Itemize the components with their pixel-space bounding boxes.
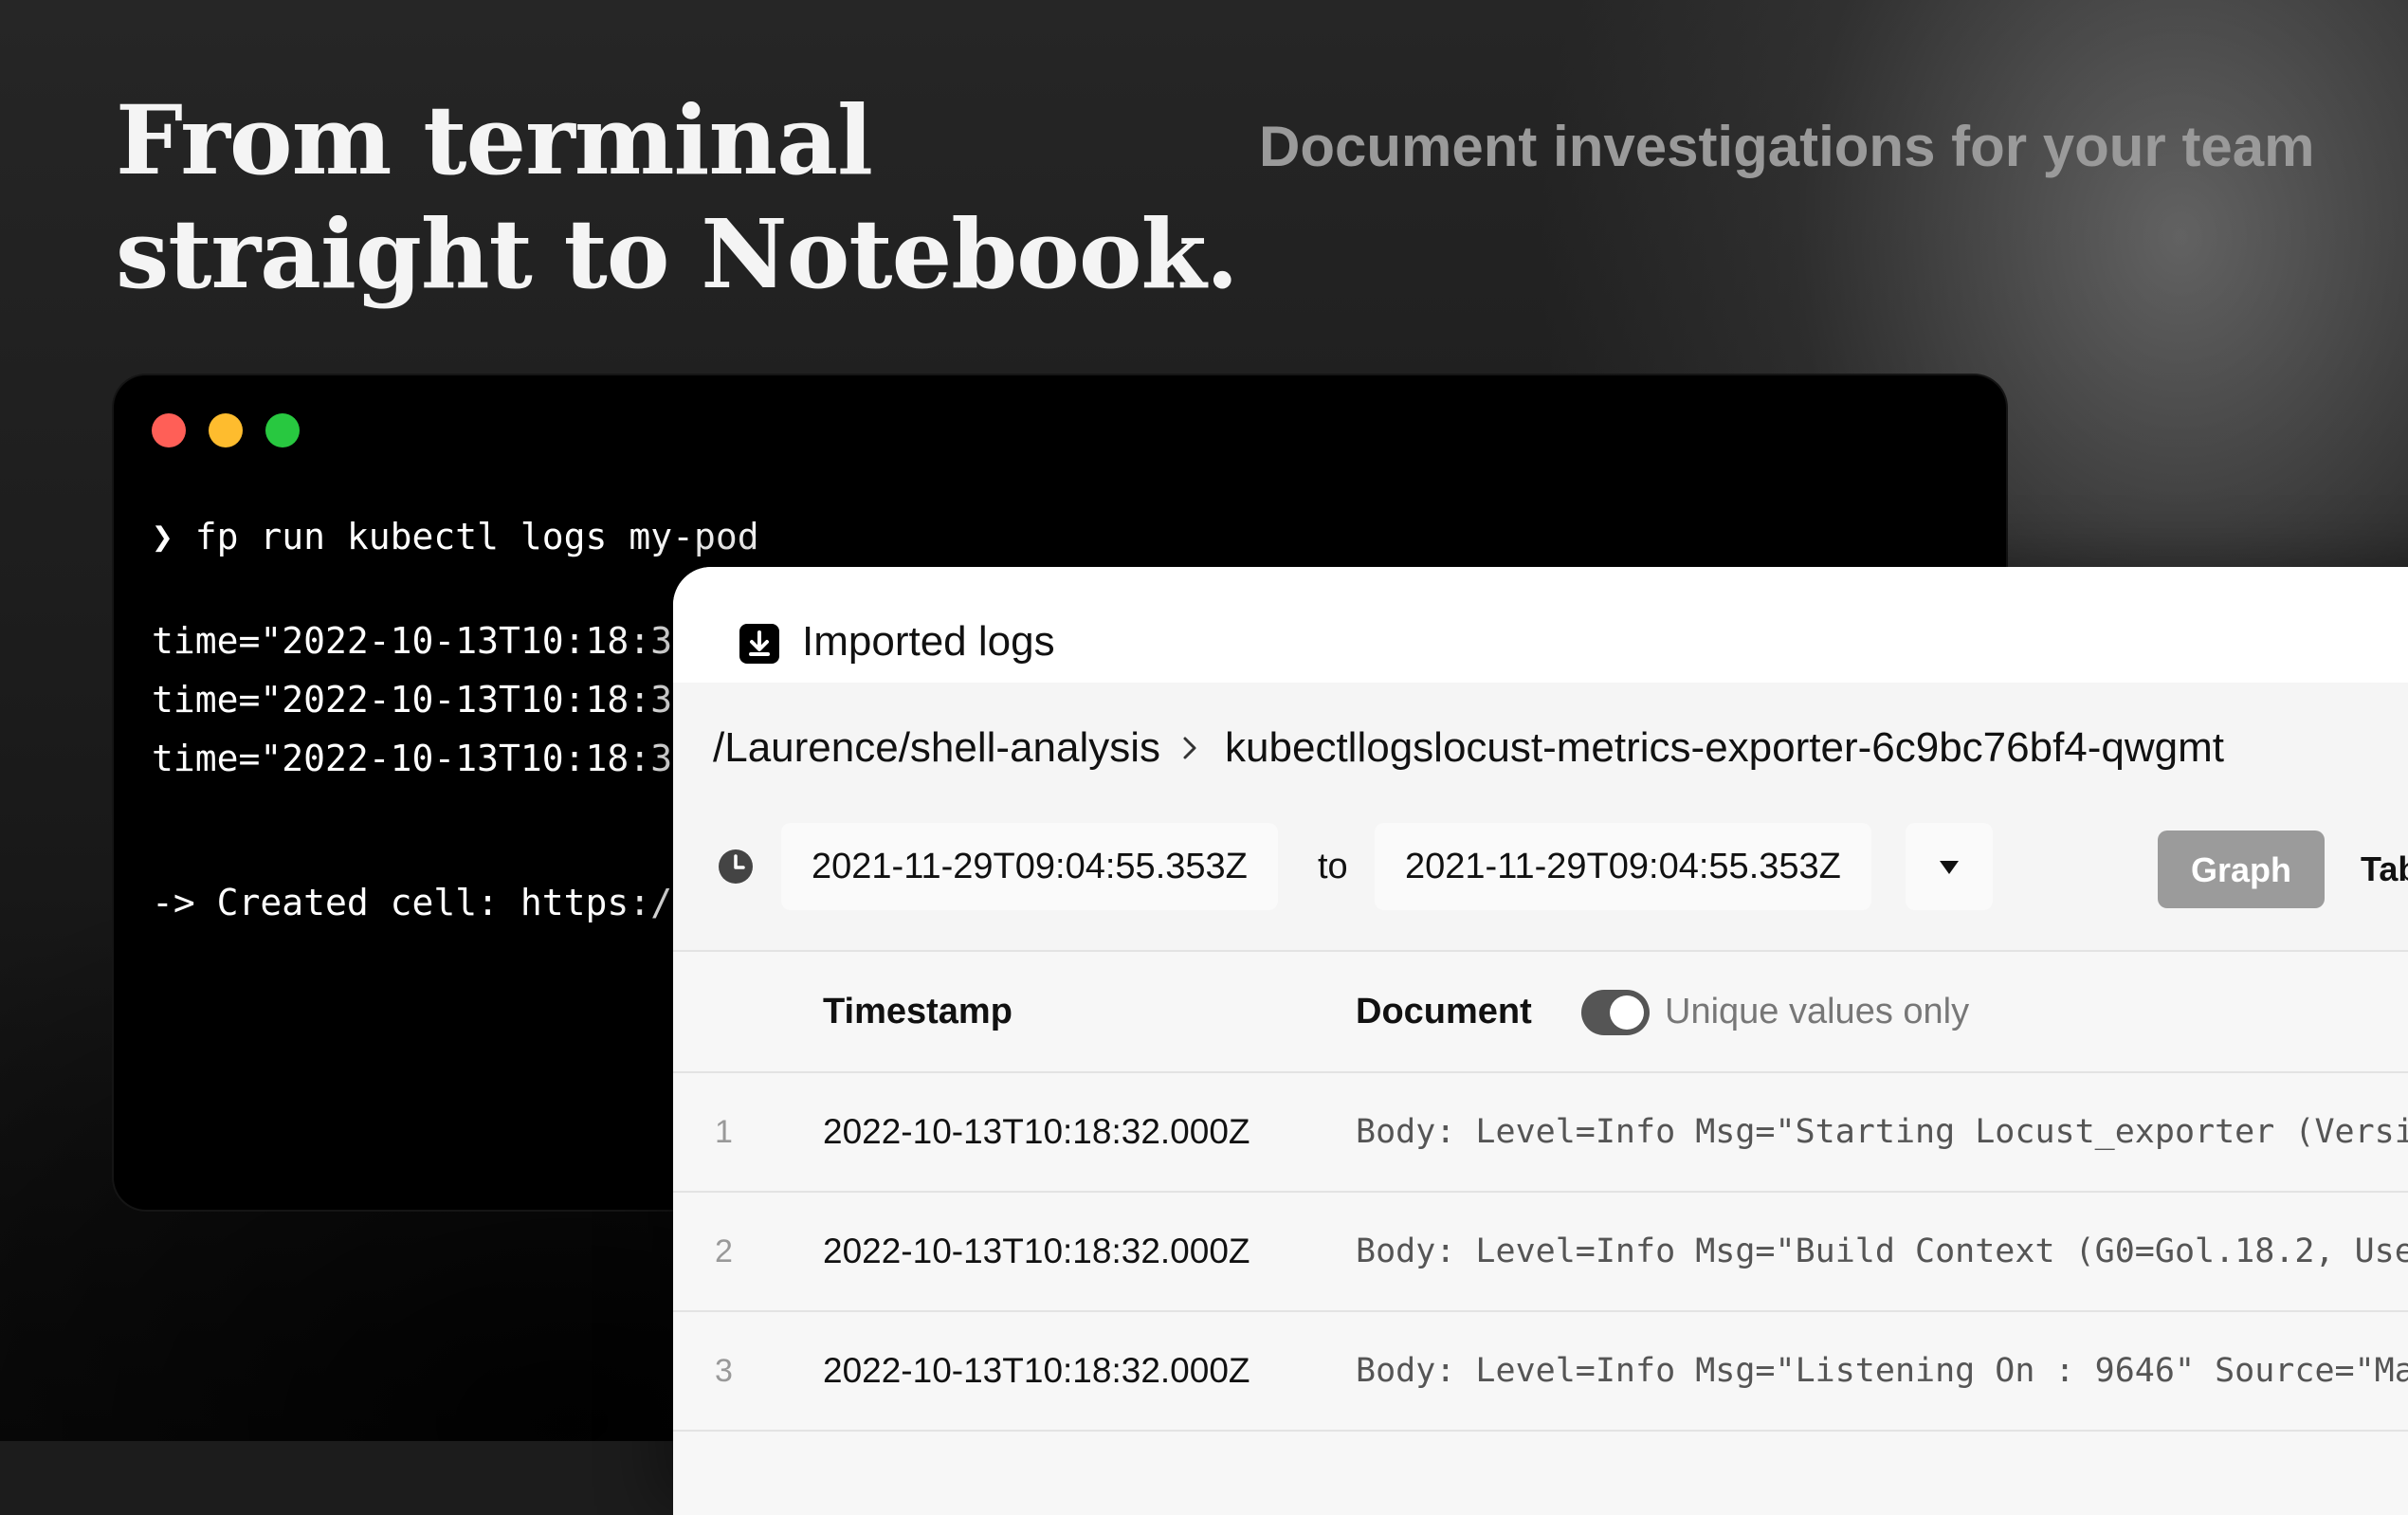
hero-tagline: Document investigations for your team <box>1259 115 2315 178</box>
row-number: 3 <box>715 1353 733 1389</box>
panel-body: /Laurence/shell-analysis kubectllogslocu… <box>673 683 2408 1515</box>
window-controls <box>152 413 300 447</box>
logs-table: Timestamp Document Unique values only 1 … <box>673 950 2408 1515</box>
headline-line-2: straight to Notebook. <box>116 198 1239 310</box>
column-document[interactable]: Document <box>1356 952 1532 1071</box>
row-number: 2 <box>715 1233 733 1269</box>
row-timestamp: 2022-10-13T10:18:32.000Z <box>823 1112 1250 1151</box>
row-document: Body: Level=Info Msg="Starting Locust_ex… <box>1356 1113 2408 1151</box>
graph-view-button[interactable]: Graph <box>2158 831 2325 908</box>
unique-values-label: Unique values only <box>1665 992 1970 1031</box>
column-timestamp[interactable]: Timestamp <box>823 952 1012 1071</box>
terminal-command: ❯ fp run kubectl logs my-pod <box>152 516 759 557</box>
table-row[interactable]: 2 2022-10-13T10:18:32.000Z Body: Level=I… <box>673 1193 2408 1312</box>
time-from-input[interactable]: 2021-11-29T09:04:55.353Z <box>781 823 1278 910</box>
table-view-button[interactable]: Tab <box>2361 831 2408 908</box>
download-icon <box>739 624 779 664</box>
hero-headline: From terminal straight to Notebook. <box>116 83 1239 311</box>
row-timestamp: 2022-10-13T10:18:32.000Z <box>823 1232 1250 1270</box>
terminal-created-cell: -> Created cell: https:// <box>152 882 694 923</box>
row-document: Body: Level=Info Msg="Build Context (G0=… <box>1356 1232 2408 1270</box>
headline-line-1: From terminal <box>116 84 873 196</box>
terminal-output-line: time="2022-10-13T10:18:32 <box>152 620 694 662</box>
breadcrumb-path[interactable]: /Laurence/shell-analysis <box>713 724 1160 772</box>
chevron-right-icon <box>1183 737 1196 759</box>
table-row[interactable]: 1 2022-10-13T10:18:32.000Z Body: Level=I… <box>673 1073 2408 1193</box>
maximize-window-button[interactable] <box>265 413 300 447</box>
minimize-window-button[interactable] <box>209 413 243 447</box>
terminal-output-line: time="2022-10-13T10:18:32 <box>152 679 694 721</box>
time-to-input[interactable]: 2021-11-29T09:04:55.353Z <box>1375 823 1871 910</box>
table-header: Timestamp Document Unique values only <box>673 952 2408 1073</box>
caret-down-icon <box>1940 861 1959 874</box>
unique-values-toggle[interactable] <box>1581 990 1650 1035</box>
notebook-panel: Imported logs /Laurence/shell-analysis k… <box>673 567 2408 1515</box>
close-window-button[interactable] <box>152 413 186 447</box>
row-number: 1 <box>715 1114 733 1150</box>
breadcrumb: /Laurence/shell-analysis kubectllogslocu… <box>713 724 2224 772</box>
row-timestamp: 2022-10-13T10:18:32.000Z <box>823 1351 1250 1390</box>
row-document: Body: Level=Info Msg="Listening On : 964… <box>1356 1352 2408 1390</box>
time-range-dropdown[interactable] <box>1906 823 1993 910</box>
breadcrumb-leaf[interactable]: kubectllogslocust-metrics-exporter-6c9bc… <box>1225 724 2224 772</box>
time-range-controls: 2021-11-29T09:04:55.353Z to 2021-11-29T0… <box>673 823 2408 910</box>
to-label: to <box>1318 847 1348 886</box>
clock-icon <box>719 849 753 884</box>
table-row[interactable]: 3 2022-10-13T10:18:32.000Z Body: Level=I… <box>673 1312 2408 1432</box>
panel-title: Imported logs <box>802 618 1055 665</box>
terminal-output-line: time="2022-10-13T10:18:32 <box>152 738 694 779</box>
panel-header: Imported logs <box>673 567 2408 683</box>
